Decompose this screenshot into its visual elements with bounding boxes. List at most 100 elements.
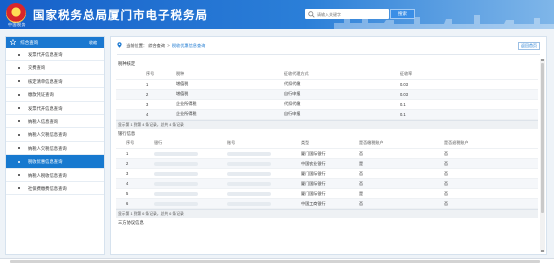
table-cell: 3 [116,99,172,110]
sidebar-item[interactable]: 交费查询 [6,61,104,75]
redacted-value [227,171,271,176]
sidebar-item[interactable]: 纳税人税收信息查询 [6,169,104,182]
table-cell: 3 [116,168,150,179]
table-cell: 否 [440,158,538,169]
vertical-scrollbar[interactable] [540,59,545,252]
column-header: 序号 [116,138,150,149]
table-row[interactable]: 4 企业所得税 自行申报 0.1 [116,109,538,120]
table-cell: 增值税 [172,89,280,100]
main-panel: 当前位置： 综合查询 > 税收优惠信息查询 返回首页 税种核定 序号 税种 征收代理… [110,36,547,255]
table-row[interactable]: 4 厦门国际银行否否 [116,178,538,189]
sidebar-item-label: 核定清单信息查询 [28,78,63,84]
table-cell: 代扣代缴 [280,79,396,90]
table-cell: 厦门国际银行 [297,188,355,199]
location-pin-icon [117,42,122,48]
site-title: 国家税务总局厦门市电子税务局 [33,10,208,22]
table-cell: 否 [440,148,538,159]
table-cell: 2 [116,158,150,169]
table-cell: 否 [355,148,440,159]
search-input[interactable] [317,9,387,19]
column-header: 类型 [297,138,355,149]
table-row[interactable]: 6 中国工商银行否否 [116,198,538,209]
table-cell: 否 [440,188,538,199]
table-cell: 0.03 [396,89,538,100]
bullet-icon [18,160,20,163]
scroll-thumb[interactable] [541,63,544,213]
redacted-value [227,161,271,166]
horizontal-scrollbar[interactable] [0,258,554,263]
sidebar-header: 综合查询 收缩 [6,37,104,48]
table-row[interactable]: 1 增值税 代扣代缴 0.03 [116,79,538,90]
table-cell [150,148,223,159]
table-row[interactable]: 2 中国农业银行是否 [116,158,538,169]
table-cell: 4 [116,109,172,120]
bank-table: 序号 银行 账号 类型 是否缴税账户 是否退税账户 1 厦门国际银行否否 2 中国农业银行是否 3… [116,138,538,209]
redacted-value [154,201,198,206]
scroll-up-arrow[interactable] [541,59,544,61]
table-cell [223,198,297,209]
table-cell [223,168,297,179]
sidebar-item-label: 纳税人信息查询 [28,118,59,124]
sidebar-item[interactable]: 核定清单信息查询 [6,75,104,89]
table-row[interactable]: 2 增值税 自行申报 0.03 [116,89,538,100]
sidebar-item-label: 缴款凭证查询 [28,92,54,98]
table-cell [150,188,223,199]
bullet-icon [18,133,20,136]
column-header: 序号 [116,69,172,80]
logo-caption: 中国税务 [8,22,26,27]
search-icon [308,10,315,18]
search-box [305,9,389,19]
breadcrumb-separator: > [167,43,170,48]
back-home-button[interactable]: 返回首页 [518,42,540,50]
table-cell: 否 [355,198,440,209]
tax-type-pager: 显示第 1 到第 4 条记录，总共 4 条记录 [116,119,538,129]
redacted-value [227,201,271,206]
sidebar-item[interactable]: 发票代开信息查询 [6,48,104,62]
bullet-icon [18,53,20,56]
search-button[interactable]: 搜索 [390,9,415,19]
table-cell: 是 [355,188,440,199]
table-cell: 中国工商银行 [297,198,355,209]
table-cell: 厦门国际银行 [297,168,355,179]
sidebar-item-label: 纳税人税收信息查询 [28,172,67,178]
sidebar-item[interactable]: 发票代开信息查询 [6,102,104,115]
table-row[interactable]: 3 企业所得税 代扣代缴 0.1 [116,99,538,110]
table-row[interactable]: 3 厦门国际银行否否 [116,168,538,179]
bullet-icon [18,80,20,83]
table-cell: 厦门国际银行 [297,148,355,159]
sidebar-item[interactable]: 纳税人信息查询 [6,115,104,129]
table-row[interactable]: 5 厦门国际银行是否 [116,188,538,199]
table-cell: 0.1 [396,109,538,120]
sidebar-item-label: 发票代开信息查询 [28,105,63,111]
sidebar: 综合查询 收缩 发票代开信息查询 交费查询 核定清单信息查询 缴款凭证查询 发票代开信息… [5,36,105,255]
table-cell [223,148,297,159]
section-tax-type-title: 税种核定 [118,61,136,66]
column-header: 是否缴税账户 [355,138,440,149]
breadcrumb-level1[interactable]: 综合查询 [148,43,165,48]
sidebar-item-label: 发票代开信息查询 [28,52,63,57]
sidebar-item[interactable]: 纳税人欠税信息查询 [6,128,104,142]
sidebar-collapse-button[interactable]: 收缩 [89,37,97,48]
sidebar-item[interactable]: 缴款凭证查询 [6,88,104,102]
sidebar-item[interactable]: 社保费缴费信息查询 [6,182,104,196]
table-cell: 中国农业银行 [297,158,355,169]
sidebar-item[interactable]: 税收优惠信息查询 [6,155,104,169]
breadcrumb-label: 当前位置： [126,43,148,48]
column-header: 税种 [172,69,280,80]
column-header: 征收率 [396,69,538,80]
table-cell: 0.1 [396,99,538,110]
breadcrumb: 当前位置： 综合查询 > 税收优惠信息查询 [117,42,205,49]
sidebar-item-label: 社保费缴费信息查询 [28,185,67,191]
section-agreement-title: 三方协议信息 [118,220,144,225]
scroll-down-arrow[interactable] [541,250,544,252]
bullet-icon [18,66,20,69]
table-cell: 自行申报 [280,89,396,100]
table-cell: 企业所得税 [172,109,280,120]
table-cell: 否 [440,168,538,179]
divider [117,54,540,55]
table-cell: 4 [116,178,150,189]
redacted-value [154,191,198,196]
table-row[interactable]: 1 厦门国际银行否否 [116,148,538,159]
bullet-icon [18,187,20,190]
sidebar-item[interactable]: 纳税人欠税信息查询 [6,142,104,156]
